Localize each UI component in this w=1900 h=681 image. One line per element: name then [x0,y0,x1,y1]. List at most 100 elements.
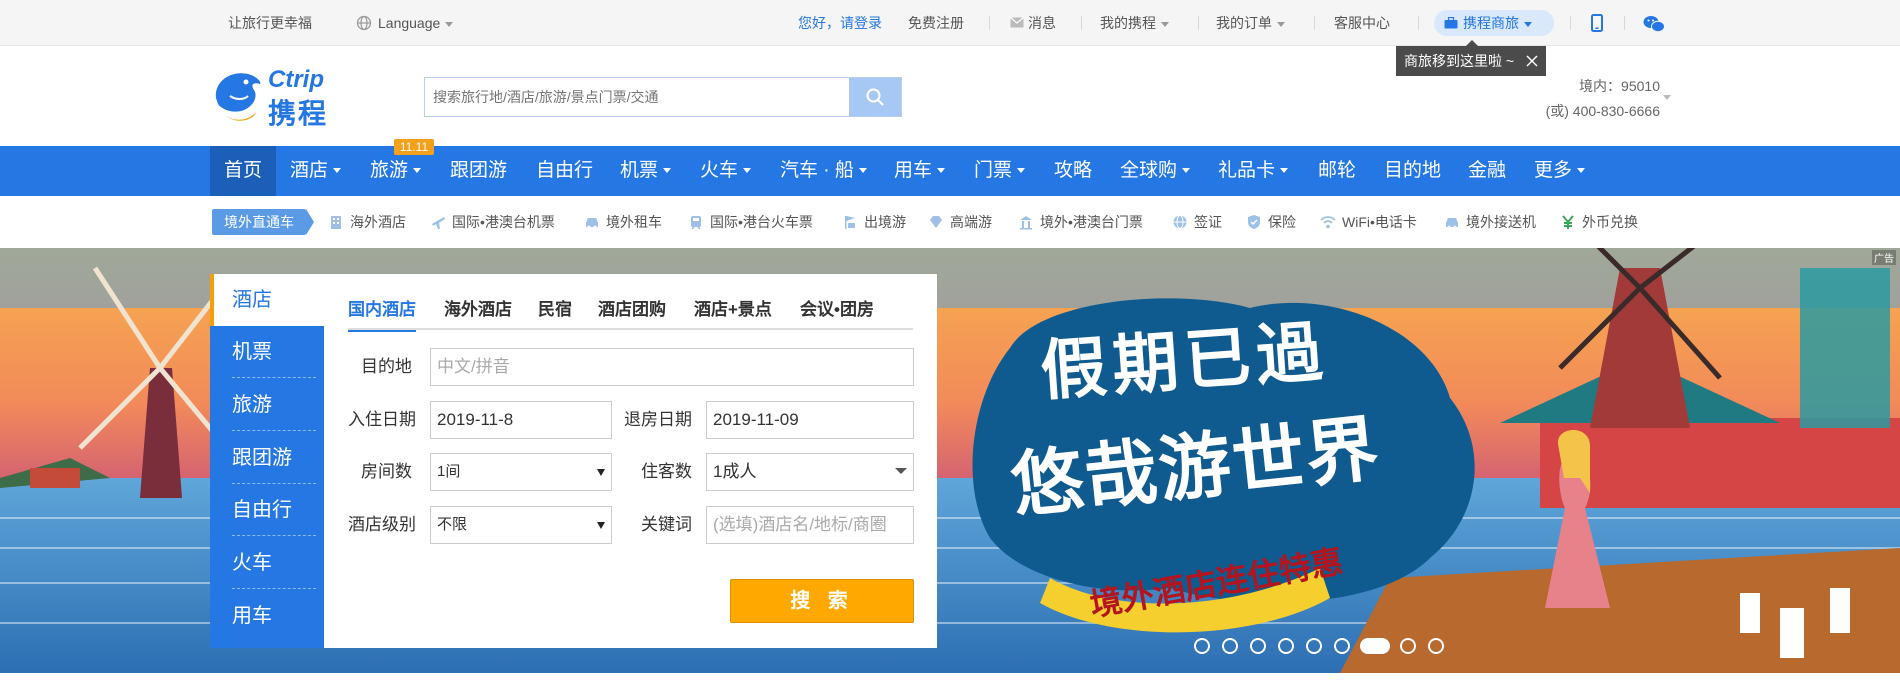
main-nav: 首页 酒店 旅游 跟团游 自由行 机票 火车 汽车 · 船 用车 门票 攻略 全… [0,146,1900,196]
subnav-outbound-tour[interactable]: 出境游 [842,196,906,248]
subnav-visa[interactable]: 签证 [1172,196,1222,248]
side-item-car[interactable]: 用车 [232,590,316,642]
messages-link[interactable]: 消息 [1010,0,1056,46]
guests-select[interactable]: 1成人 [706,453,914,491]
hotel-level-label: 酒店级别 [348,515,416,534]
my-orders-menu[interactable]: 我的订单 [1216,0,1285,46]
nav-item-more[interactable]: 更多 [1534,146,1586,196]
subnav-luxury-tour[interactable]: 高端游 [928,196,992,248]
language-selector[interactable]: Language [356,0,454,46]
overseas-tag: 境外直通车 [212,209,306,235]
close-icon[interactable] [1526,55,1538,67]
subnav-wifi-sim[interactable]: WiFi•电话卡 [1320,196,1417,248]
register-link[interactable]: 免费注册 [908,0,964,46]
hotline-alt: (或) 400-830-6666 [1545,103,1660,119]
subnav-car-rental[interactable]: 境外租车 [584,196,662,248]
subnav-overseas-hotel[interactable]: 海外酒店 [328,196,406,248]
nav-label: 汽车 · 船 [780,160,854,181]
subnav-currency-exchange[interactable]: 外币兑换 [1560,196,1638,248]
subnav-label: 保险 [1268,214,1296,230]
my-ctrip-menu[interactable]: 我的携程 [1100,0,1169,46]
nav-item-tickets[interactable]: 门票 [974,146,1026,196]
business-travel-button[interactable]: 携程商旅 [1434,10,1554,36]
shield-icon [1248,214,1260,229]
tab-hotel-group-buy[interactable]: 酒店团购 [598,298,666,330]
nav-item-train[interactable]: 火车 [700,146,752,196]
hotel-search-button[interactable]: 搜 索 [730,579,914,623]
nav-item-flights[interactable]: 机票 [620,146,672,196]
rooms-select[interactable]: 1间 [430,453,612,491]
search-button[interactable] [849,78,901,116]
divider [1570,16,1571,30]
side-item-independent[interactable]: 自由行 [232,484,316,536]
nav-item-group-tour[interactable]: 跟团游 [450,146,507,196]
hotline: 境内：95010 (或) 400-830-6666 [1546,74,1660,124]
chevron-down-icon [1017,168,1026,174]
wechat-icon[interactable] [1643,15,1665,33]
subnav-intl-train[interactable]: 国际•港台火车票 [688,196,813,248]
nav-item-hotel[interactable]: 酒店 [290,146,342,196]
carousel-dot[interactable] [1334,638,1350,654]
nav-label: 自由行 [536,160,594,181]
carousel-dot[interactable] [1400,638,1416,654]
tooltip-text: 商旅移到这里啦 ~ [1404,53,1515,69]
carousel-dot[interactable] [1194,638,1210,654]
side-item-hotel[interactable]: 酒店 [210,274,324,326]
tab-hotel-attraction[interactable]: 酒店+景点 [694,298,772,330]
carousel-dot-active[interactable] [1360,638,1390,654]
nav-item-independent[interactable]: 自由行 [536,146,593,196]
currency-icon [1562,215,1574,229]
subnav-intl-tickets[interactable]: 境外•港澳台门票 [1018,196,1143,248]
chevron-down-icon [1577,168,1586,174]
nav-label: 攻略 [1054,160,1093,181]
briefcase-icon [1444,16,1458,29]
carousel-dot[interactable] [1222,638,1238,654]
nav-item-bus-ship[interactable]: 汽车 · 船 [780,146,867,196]
search-icon [866,88,884,106]
side-item-travel[interactable]: 旅游 [232,379,316,431]
nav-item-global-shop[interactable]: 全球购 [1120,146,1191,196]
nav-item-finance[interactable]: 金融 [1468,146,1506,196]
logo-brand-text: Ctrip [268,66,324,93]
side-item-flights[interactable]: 机票 [232,326,316,378]
tab-meeting-group[interactable]: 会议•团房 [800,298,874,330]
keyword-field[interactable]: (选填)酒店名/地标/商圈 [706,506,914,544]
side-item-train[interactable]: 火车 [232,537,316,589]
ctrip-logo[interactable]: Ctrip 携程 [210,66,360,129]
chevron-down-icon [445,21,454,27]
carousel-dot[interactable] [1278,638,1294,654]
subnav-label: 境外•港澳台门票 [1040,214,1143,230]
carousel-dot[interactable] [1250,638,1266,654]
chevron-down-icon[interactable] [1663,95,1671,100]
divider [1624,16,1625,30]
subnav-label: 境外租车 [606,214,662,230]
destination-field[interactable]: 中文/拼音 [430,348,914,386]
carousel-dot[interactable] [1428,638,1444,654]
nav-item-cruise[interactable]: 邮轮 [1318,146,1356,196]
service-center-link[interactable]: 客服中心 [1334,0,1390,46]
checkout-date-field[interactable]: 2019-11-09 [706,401,914,439]
search-input[interactable] [425,78,845,116]
mobile-icon[interactable] [1591,14,1603,32]
hotline-domestic: 境内：95010 [1579,78,1660,94]
nav-item-home[interactable]: 首页 [210,146,276,196]
hotel-level-select[interactable]: 不限 [430,506,612,544]
dolphin-logo-icon [215,73,261,121]
login-link[interactable]: 请登录 [840,15,882,31]
subnav-airport-transfer[interactable]: 境外接送机 [1444,196,1536,248]
nav-item-car[interactable]: 用车 [894,146,946,196]
checkin-date-field[interactable]: 2019-11-8 [430,401,612,439]
tab-homestay[interactable]: 民宿 [538,298,572,330]
subnav-intl-flights[interactable]: 国际•港澳台机票 [430,196,555,248]
nav-item-guides[interactable]: 攻略 [1054,146,1092,196]
checkout-label: 退房日期 [624,410,692,429]
nav-item-destination[interactable]: 目的地 [1384,146,1441,196]
side-item-group-tour[interactable]: 跟团游 [232,432,316,484]
tab-overseas-hotel[interactable]: 海外酒店 [444,298,512,330]
carousel-dot[interactable] [1306,638,1322,654]
nav-item-gift-card[interactable]: 礼品卡 [1218,146,1289,196]
subnav-label: 出境游 [864,214,906,230]
subnav-insurance[interactable]: 保险 [1246,196,1296,248]
tab-domestic-hotel[interactable]: 国内酒店 [348,298,416,332]
airplane-icon [432,216,445,229]
